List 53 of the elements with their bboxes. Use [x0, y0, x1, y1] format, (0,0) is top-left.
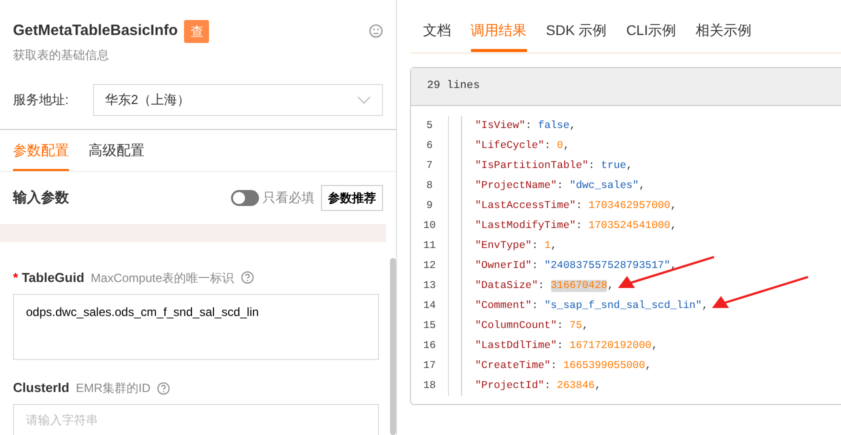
code-line: "CreateTime": 1665399055000, [475, 360, 652, 372]
query-tag: 查 [184, 20, 210, 43]
code-line: "EnvType": 1, [475, 240, 557, 252]
code-line: "IsView": false, [475, 120, 576, 132]
line-number: 6 [425, 138, 434, 154]
line-number: 16 [422, 338, 437, 354]
code-line: "DataSize": 316670428, [475, 280, 614, 292]
line-number: 14 [422, 298, 437, 314]
code-line: "LastDdlTime": 1671720192000, [475, 340, 658, 352]
line-number: 7 [425, 158, 434, 174]
line-count: 29 lines [427, 78, 480, 94]
line-number: 12 [422, 258, 437, 274]
line-number: 8 [425, 178, 434, 194]
code-line: "LastModifyTime": 1703524541000, [475, 220, 677, 232]
param-description: MaxCompute表的唯一标识 [90, 270, 234, 286]
scrollbar[interactable] [390, 258, 396, 435]
text-area[interactable]: odps.dwc_sales.ods_cm_f_snd_sal_scd_lin [13, 294, 379, 360]
param-label: ClusterId [13, 379, 70, 398]
region-select[interactable]: 华东2（上海） [93, 84, 383, 116]
line-number: 17 [422, 358, 437, 374]
line-number: 10 [422, 218, 437, 234]
help-icon[interactable] [240, 271, 254, 284]
result-tab[interactable]: 相关示例 [695, 20, 752, 52]
code-line: "Comment": "s_sap_f_snd_sal_scd_lin", [475, 300, 708, 312]
line-number: 18 [422, 378, 437, 394]
param-description: EMR集群的ID [76, 380, 151, 397]
result-tab[interactable]: SDK 示例 [546, 20, 607, 52]
face-icon[interactable] [369, 24, 383, 38]
line-number: 11 [422, 238, 437, 254]
code-line: "LastAccessTime": 1703462957000, [475, 200, 677, 212]
help-icon[interactable] [157, 382, 170, 394]
toggle-switch[interactable] [231, 190, 260, 206]
code-line: "ColumnCount": 75, [475, 320, 588, 332]
api-description: 获取表的基础信息 [13, 47, 110, 64]
service-address-label: 服务地址: [13, 91, 70, 109]
param-label: * TableGuid [13, 268, 84, 287]
result-tab[interactable]: CLI示例 [626, 20, 676, 52]
toggle-label: 只看必填 [262, 189, 314, 207]
input-field[interactable]: 请输入字符串 [13, 404, 379, 435]
line-number: 9 [425, 198, 434, 214]
section-title: 输入参数 [13, 188, 69, 208]
chevron-down-icon [357, 96, 371, 104]
line-number: 5 [425, 118, 434, 134]
result-tab[interactable]: 文档 [423, 20, 451, 52]
api-title: GetMetaTableBasicInfo [13, 21, 178, 41]
code-line: "IsPartitionTable": true, [475, 160, 633, 172]
line-number: 13 [422, 278, 437, 294]
code-line: "ProjectName": "dwc_sales", [475, 180, 646, 192]
recommend-button[interactable]: 参数推荐 [321, 184, 383, 211]
line-number: 15 [422, 318, 437, 334]
code-line: "LifeCycle": 0, [475, 140, 570, 152]
config-tab[interactable]: 高级配置 [88, 130, 144, 171]
code-line: "ProjectId": 263846, [475, 380, 602, 392]
